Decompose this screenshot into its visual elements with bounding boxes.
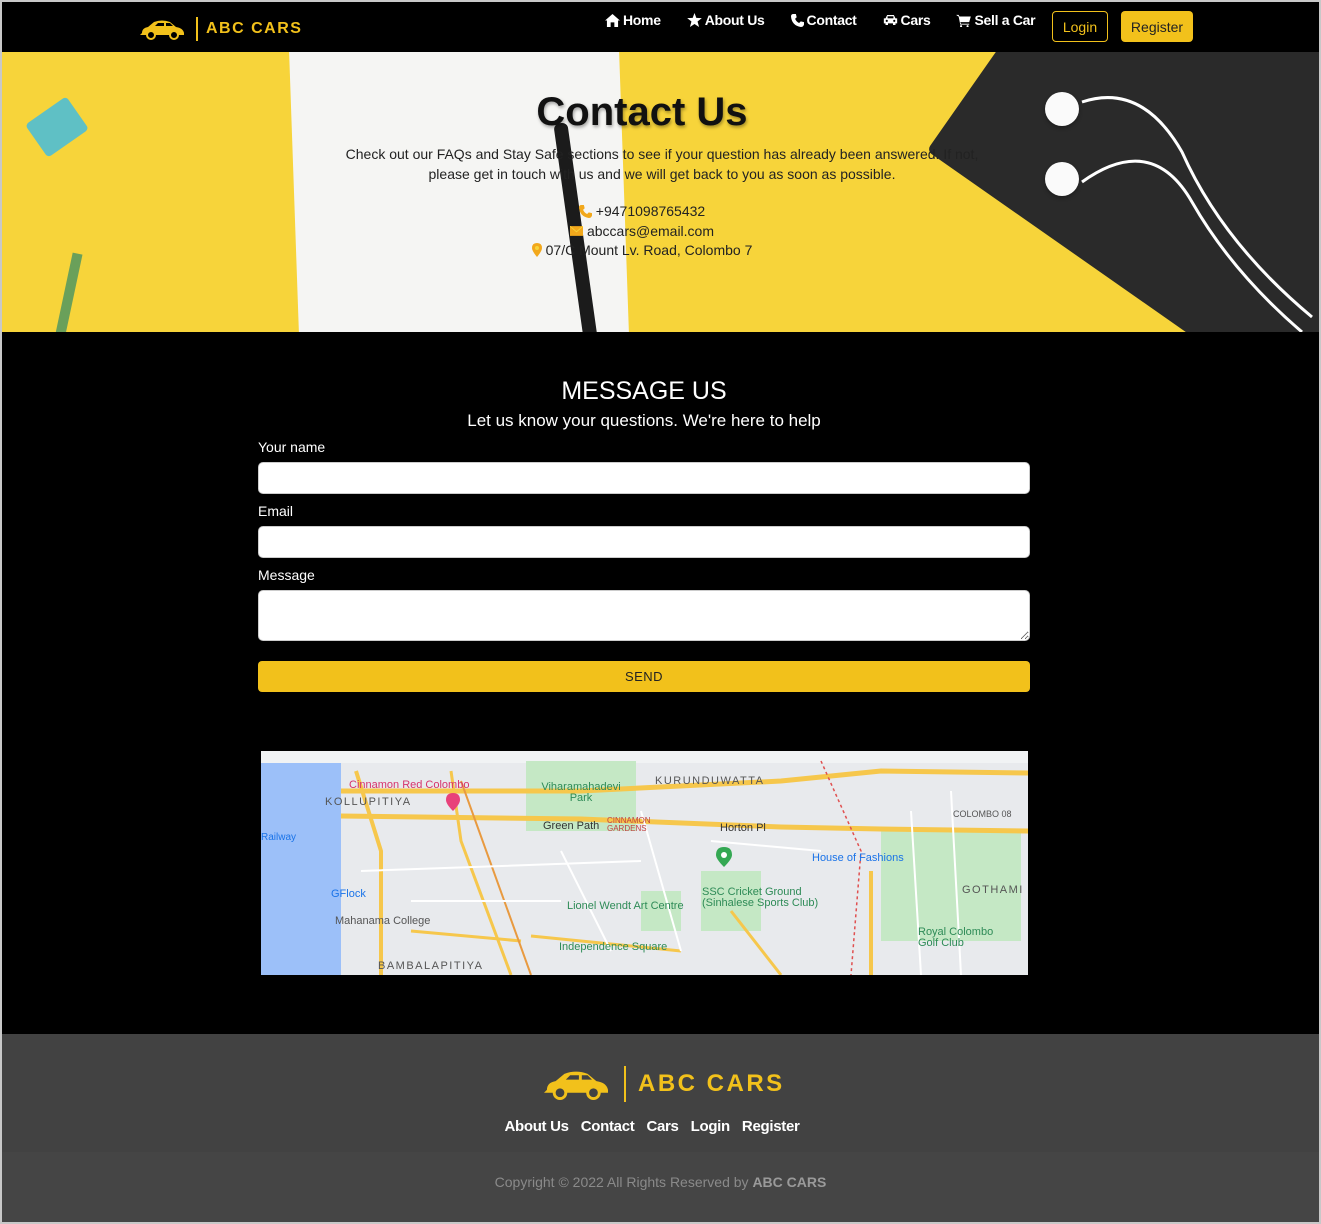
message-heading: MESSAGE US xyxy=(561,377,727,405)
location-map[interactable]: Cinnamon Red Colombo KOLLUPITIYA Viharam… xyxy=(261,751,1028,975)
footer-brand-separator xyxy=(624,1066,626,1102)
car-logo-icon xyxy=(140,20,184,40)
contact-email-text: abccars@email.com xyxy=(586,223,715,239)
nav-home[interactable]: Home xyxy=(605,12,661,28)
brand-name: ABC CARS xyxy=(206,20,303,37)
map-label: CINNAMON GARDENS xyxy=(607,816,651,833)
message-section: MESSAGE US Let us know your questions. W… xyxy=(2,332,1319,1034)
contact-phone-text: +9471098765432 xyxy=(595,203,706,219)
message-textarea[interactable] xyxy=(258,590,1030,641)
map-label: KURUNDUWATTA xyxy=(655,775,765,787)
map-pin-icon xyxy=(531,243,542,257)
nav-sell-car[interactable]: Sell a Car xyxy=(956,12,1036,28)
footer: ABC CARS About Us Contact Cars Login Reg… xyxy=(2,1034,1319,1222)
nav-cars-label: Cars xyxy=(900,12,931,28)
navbar: ABC CARS Home About Us Contact Cars Sell… xyxy=(2,2,1319,52)
footer-brand-name: ABC CARS xyxy=(638,1070,785,1097)
footer-logo[interactable]: ABC CARS xyxy=(540,1066,785,1102)
map-label: Royal Colombo Golf Club xyxy=(918,926,994,949)
map-label: SSC Cricket Ground (Sinhalese Sports Clu… xyxy=(702,886,819,909)
cart-icon xyxy=(956,14,972,27)
contact-address-text: 07/C Mount Lv. Road, Colombo 7 xyxy=(545,242,753,258)
nav-about-label: About Us xyxy=(704,12,765,28)
footer-link-contact[interactable]: Contact xyxy=(581,1118,635,1135)
send-button[interactable]: SEND xyxy=(258,661,1030,692)
map-label: Green Path xyxy=(543,820,600,832)
location-pin-icon xyxy=(716,847,732,867)
star-icon xyxy=(686,13,702,27)
name-label: Your name xyxy=(258,439,326,455)
contact-email[interactable]: abccars@email.com xyxy=(2,223,1282,239)
hero-pencil-graphic xyxy=(41,252,83,332)
map-label: Cinnamon Red Colombo xyxy=(349,779,470,791)
footer-link-login[interactable]: Login xyxy=(691,1118,731,1135)
map-label: KOLLUPITIYA xyxy=(325,796,412,808)
footer-link-cars[interactable]: Cars xyxy=(646,1118,678,1135)
phone-icon xyxy=(578,204,592,218)
footer-link-about[interactable]: About Us xyxy=(504,1118,569,1135)
map-label: BAMBALAPITIYA xyxy=(378,960,484,972)
nav-contact[interactable]: Contact xyxy=(790,12,857,28)
message-subheading: Let us know your questions. We're here t… xyxy=(467,411,821,430)
map-label: Railway xyxy=(261,832,297,843)
nav-home-label: Home xyxy=(623,12,661,28)
nav-contact-label: Contact xyxy=(806,12,857,28)
page-title: Contact Us xyxy=(536,90,748,134)
copyright-brand: ABC CARS xyxy=(752,1174,827,1190)
email-input[interactable] xyxy=(258,526,1030,558)
car-logo-icon xyxy=(544,1071,608,1100)
map-label: House of Fashions xyxy=(812,852,904,864)
map-label: Mahanama College xyxy=(335,915,431,927)
map-label: Viharamahadevi Park xyxy=(541,781,621,804)
hotel-pin-icon xyxy=(446,793,460,811)
map-label: GOTHAMI xyxy=(962,884,1024,896)
map-label: Independence Square xyxy=(559,941,668,953)
message-label: Message xyxy=(258,567,315,583)
nav-cars[interactable]: Cars xyxy=(883,12,931,28)
map-label: COLOMBO 08 xyxy=(953,809,1012,819)
register-button[interactable]: Register xyxy=(1121,11,1193,42)
copyright: Copyright © 2022 All Rights Reserved by … xyxy=(2,1174,1319,1190)
home-icon xyxy=(605,13,620,27)
brand-separator xyxy=(196,17,198,41)
phone-icon xyxy=(790,13,804,27)
contact-address: 07/C Mount Lv. Road, Colombo 7 xyxy=(2,242,1282,258)
copyright-text: Copyright © 2022 All Rights Reserved by xyxy=(494,1174,749,1190)
envelope-icon xyxy=(569,226,583,236)
hero-description: Check out our FAQs and Stay Safe section… xyxy=(345,146,979,182)
map-label: Lionel Wendt Art Centre xyxy=(567,900,684,912)
map-label: GFlock xyxy=(331,888,366,900)
footer-link-register[interactable]: Register xyxy=(742,1118,800,1135)
contact-phone[interactable]: +9471098765432 xyxy=(2,203,1282,219)
footer-links: About Us Contact Cars Login Register xyxy=(2,1118,1302,1135)
main-menu: Home About Us Contact Cars Sell a Car xyxy=(605,12,1061,28)
nav-about[interactable]: About Us xyxy=(686,12,765,28)
name-input[interactable] xyxy=(258,462,1030,494)
login-button[interactable]: Login xyxy=(1052,11,1108,42)
map-label: Horton Pl xyxy=(720,822,766,834)
car-icon xyxy=(883,15,897,25)
nav-sell-car-label: Sell a Car xyxy=(974,12,1036,28)
email-label: Email xyxy=(258,503,294,519)
hero-banner: Contact Us Check out our FAQs and Stay S… xyxy=(2,52,1319,332)
brand-logo[interactable]: ABC CARS xyxy=(138,16,302,42)
